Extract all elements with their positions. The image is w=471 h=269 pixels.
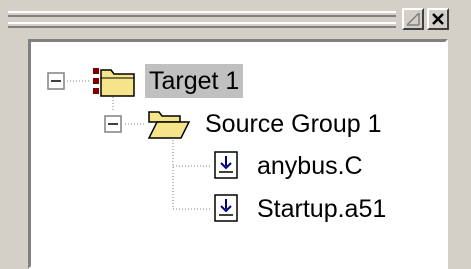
target-folder-icon [93,68,135,97]
project-tree-panel[interactable]: Target 1 Source Group 1 anybus.C Startup… [28,39,448,269]
tree-node-source-group[interactable]: Source Group 1 [201,107,386,141]
close-icon [432,13,444,25]
dropdown-arrow-icon [406,12,420,26]
collapse-toggle-group[interactable] [104,115,122,133]
collapse-toggle-target[interactable] [47,72,65,90]
grip-line [8,22,396,28]
grip-line [8,11,396,17]
source-file-icon [214,194,238,222]
dropdown-button[interactable] [402,8,424,30]
source-file-icon [214,151,238,179]
tree-node-file[interactable]: anybus.C [253,149,367,183]
open-folder-icon [147,111,191,139]
tree-node-target[interactable]: Target 1 [145,64,244,98]
tree-node-file[interactable]: Startup.a51 [253,192,390,226]
close-button[interactable] [427,8,449,30]
